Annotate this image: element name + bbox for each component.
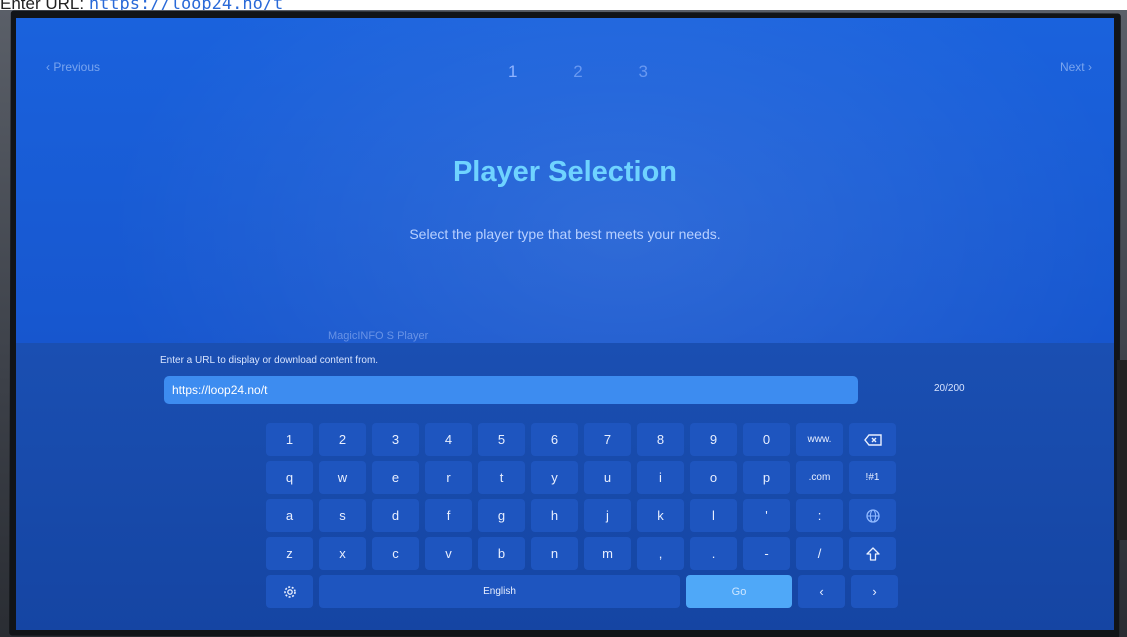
cursor-left-key[interactable]: ‹ (798, 575, 845, 608)
on-screen-keyboard: 1 2 3 4 5 6 7 8 9 0 www. q w e r t y u i… (266, 423, 898, 613)
key-v[interactable]: v (425, 537, 472, 570)
key-4[interactable]: 4 (425, 423, 472, 456)
shift-icon (865, 546, 880, 561)
character-counter: 20/200 (934, 383, 965, 394)
key-slash[interactable]: / (796, 537, 843, 570)
step-3: 3 (638, 62, 648, 81)
globe-icon (865, 508, 880, 523)
key-period[interactable]: . (690, 537, 737, 570)
language-key[interactable] (849, 499, 896, 532)
key-apostrophe[interactable]: ' (743, 499, 790, 532)
symbols-key[interactable]: !#1 (849, 461, 896, 494)
key-colon[interactable]: : (796, 499, 843, 532)
key-l[interactable]: l (690, 499, 737, 532)
key-2[interactable]: 2 (319, 423, 366, 456)
step-1: 1 (508, 62, 518, 81)
url-keyboard-panel: Enter a URL to display or download conte… (16, 343, 1114, 630)
key-x[interactable]: x (319, 537, 366, 570)
keyboard-row-zxcv: z x c v b n m , . - / (266, 537, 898, 570)
key-b[interactable]: b (478, 537, 525, 570)
key-w[interactable]: w (319, 461, 366, 494)
tv-screen: ‹ Previous 1 2 3 Next › Player Selection… (16, 18, 1114, 630)
chevron-left-icon: ‹ (819, 584, 824, 599)
backspace-key[interactable] (849, 423, 896, 456)
player-option-label: MagicINFO S Player (328, 330, 429, 342)
key-5[interactable]: 5 (478, 423, 525, 456)
key-e[interactable]: e (372, 461, 419, 494)
key-comma[interactable]: , (637, 537, 684, 570)
key-3[interactable]: 3 (372, 423, 419, 456)
chevron-right-icon: › (1088, 60, 1092, 74)
step-2: 2 (573, 62, 583, 81)
next-label: Next (1059, 60, 1085, 74)
settings-key[interactable] (266, 575, 313, 608)
page-subtitle: Select the player type that best meets y… (409, 226, 721, 242)
key-hyphen[interactable]: - (743, 537, 790, 570)
speaker-edge (1117, 360, 1127, 540)
key-a[interactable]: a (266, 499, 313, 532)
key-1[interactable]: 1 (266, 423, 313, 456)
key-h[interactable]: h (531, 499, 578, 532)
key-y[interactable]: y (531, 461, 578, 494)
key-s[interactable]: s (319, 499, 366, 532)
key-p[interactable]: p (743, 461, 790, 494)
key-d[interactable]: d (372, 499, 419, 532)
key-7[interactable]: 7 (584, 423, 631, 456)
go-button[interactable]: Go (686, 575, 792, 608)
url-prompt: Enter a URL to display or download conte… (160, 355, 379, 366)
key-o[interactable]: o (690, 461, 737, 494)
keyboard-row-qwerty: q w e r t y u i o p .com !#1 (266, 461, 898, 494)
key-f[interactable]: f (425, 499, 472, 532)
cursor-right-key[interactable]: › (851, 575, 898, 608)
key-r[interactable]: r (425, 461, 472, 494)
key-g[interactable]: g (478, 499, 525, 532)
keyboard-row-asdf: a s d f g h j k l ' : (266, 499, 898, 532)
key-8[interactable]: 8 (637, 423, 684, 456)
key-u[interactable]: u (584, 461, 631, 494)
key-0[interactable]: 0 (743, 423, 790, 456)
key-6[interactable]: 6 (531, 423, 578, 456)
key-i[interactable]: i (637, 461, 684, 494)
page-title: Player Selection (452, 156, 678, 188)
key-q[interactable]: q (266, 461, 313, 494)
key-k[interactable]: k (637, 499, 684, 532)
chevron-left-icon: ‹ (46, 60, 50, 74)
key-t[interactable]: t (478, 461, 525, 494)
key-9[interactable]: 9 (690, 423, 737, 456)
url-input[interactable] (164, 376, 858, 404)
keyboard-row-numbers: 1 2 3 4 5 6 7 8 9 0 www. (266, 423, 898, 456)
shift-key[interactable] (849, 537, 896, 570)
key-dotcom[interactable]: .com (796, 461, 843, 494)
previous-label: Previous (53, 60, 101, 74)
chevron-right-icon: › (872, 584, 877, 599)
space-key[interactable]: English (319, 575, 680, 608)
key-c[interactable]: c (372, 537, 419, 570)
step-indicator: 1 2 3 (508, 62, 648, 82)
next-button[interactable]: Next › (1060, 60, 1092, 74)
settings-icon (283, 585, 297, 599)
key-j[interactable]: j (584, 499, 631, 532)
tv-photo: ‹ Previous 1 2 3 Next › Player Selection… (0, 10, 1127, 637)
backspace-icon (863, 433, 882, 446)
key-m[interactable]: m (584, 537, 631, 570)
key-www[interactable]: www. (796, 423, 843, 456)
key-z[interactable]: z (266, 537, 313, 570)
previous-button[interactable]: ‹ Previous (46, 60, 100, 74)
key-n[interactable]: n (531, 537, 578, 570)
keyboard-row-bottom: English Go ‹ › (266, 575, 898, 608)
